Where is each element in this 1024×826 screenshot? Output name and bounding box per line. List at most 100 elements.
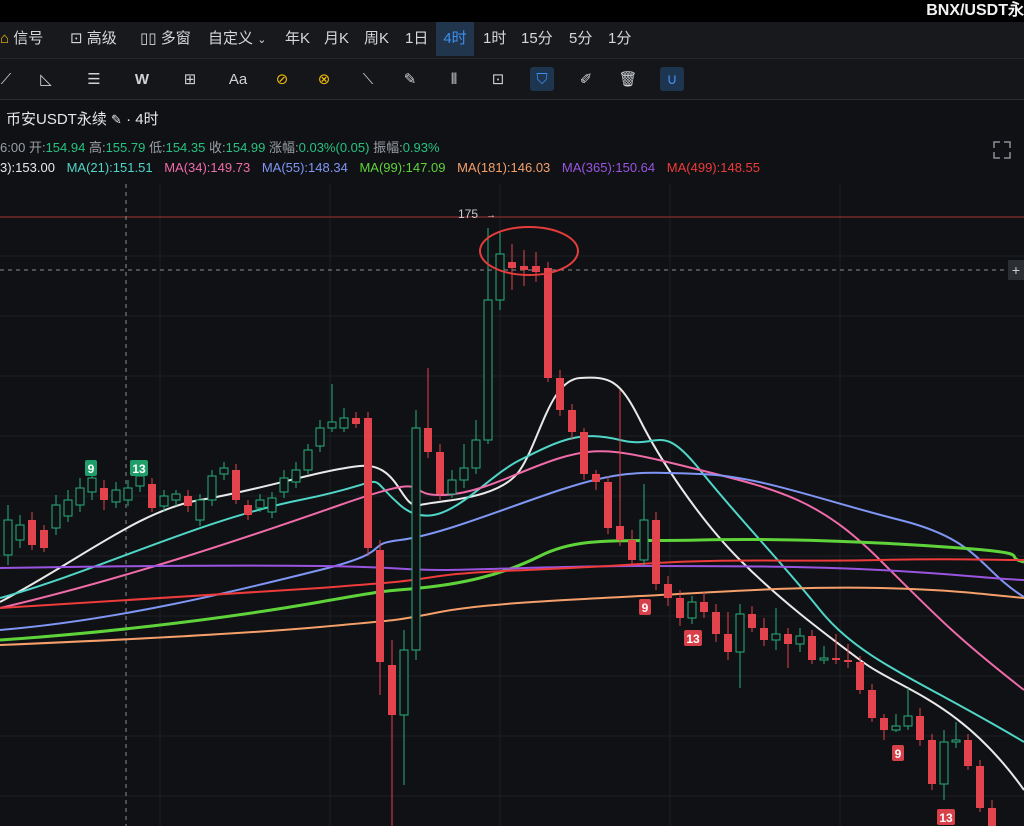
candle-body — [939, 741, 949, 785]
candle-body — [303, 449, 313, 471]
tab-1h[interactable]: 1时 — [483, 22, 506, 56]
ruler-icon[interactable]: ⟍ — [356, 67, 380, 91]
expand-icon[interactable] — [992, 140, 1012, 160]
wave-icon[interactable]: W — [130, 67, 154, 91]
trendline-icon[interactable]: ◺ — [34, 67, 58, 91]
candle-body — [724, 634, 732, 652]
trash-icon[interactable]: 🗑 — [616, 67, 640, 91]
pair-title: BNX/USDT永 — [926, 2, 1024, 19]
candle-body — [171, 493, 181, 501]
tab-year[interactable]: 年K — [285, 22, 310, 56]
chart-icon: ⊡ — [70, 30, 83, 47]
candle-body — [364, 418, 372, 548]
sequence-marker-label: 13 — [132, 462, 146, 476]
tab-4h[interactable]: 4时 — [436, 22, 474, 56]
title-bar: BNX/USDT永 — [0, 0, 1024, 22]
open-value: 154.94 — [45, 140, 86, 155]
candle-body — [327, 421, 337, 429]
ma-line-4 — [0, 537, 1024, 642]
candle-body — [988, 808, 996, 826]
advanced-button[interactable]: ⊡ 高级 — [70, 22, 117, 56]
candle-body — [315, 427, 325, 447]
bookmark-icon[interactable]: ⛉ — [530, 67, 554, 91]
ma-legend-499: MA(499):148.55 — [666, 160, 761, 175]
candle-body — [388, 665, 396, 715]
candle-body — [63, 499, 73, 517]
candlestick-chart[interactable]: 175 → 9 13 9 13 9 13 — [0, 184, 1024, 826]
note-icon[interactable]: ✐ — [574, 67, 598, 91]
high-marker-arrow: → — [486, 210, 496, 221]
candle-body — [195, 499, 205, 521]
lock-icon[interactable]: ⊡ — [486, 67, 510, 91]
candle-body — [267, 497, 277, 513]
candle-body — [135, 475, 145, 487]
candle-body — [207, 475, 217, 501]
cursor-icon[interactable]: ⟋ — [0, 67, 18, 91]
candle-body — [856, 662, 864, 690]
candle-body — [255, 499, 265, 509]
candle-body — [604, 482, 612, 528]
candle-body — [784, 634, 792, 644]
hlines-icon[interactable]: ☰ — [82, 67, 106, 91]
candle-body — [436, 452, 444, 494]
tab-15m[interactable]: 15分 — [521, 22, 553, 56]
candle-body — [568, 410, 576, 432]
candle-body — [219, 467, 229, 475]
measure-icon[interactable]: ⊞ — [178, 67, 202, 91]
candle-body — [40, 530, 48, 548]
fib-icon[interactable]: ⊗ — [312, 67, 336, 91]
ma-legend: 3):153.00 MA(21):151.51 MA(34):149.73 MA… — [0, 160, 768, 175]
candle-body — [819, 657, 829, 661]
candle-body — [880, 718, 888, 730]
candle-body — [700, 602, 708, 612]
candle-body — [411, 427, 421, 651]
candle-body — [916, 716, 924, 740]
tab-week[interactable]: 周K — [364, 22, 389, 56]
signal-icon: ⌂ — [0, 30, 10, 47]
ma-legend-181: MA(181):146.03 — [457, 160, 551, 175]
add-price-alert-button[interactable]: + — [1008, 260, 1024, 280]
ma-legend-55: MA(55):148.34 — [261, 160, 348, 175]
highlight-ellipse — [479, 226, 579, 276]
ma-legend-99: MA(99):147.09 — [359, 160, 446, 175]
multi-window-icon: ▯▯ — [140, 30, 157, 47]
ohlc-time: 6:00 — [0, 140, 26, 155]
close-value: 154.99 — [225, 140, 266, 155]
candle-body — [795, 635, 805, 645]
high-value: 155.79 — [105, 140, 146, 155]
tab-5m[interactable]: 5分 — [569, 22, 592, 56]
candle-body — [676, 598, 684, 618]
chart-app: { "window": { "pair_title": "BNX/USDT永" … — [0, 0, 1024, 826]
candle-body — [544, 268, 552, 378]
brush-icon[interactable]: ⊘ — [270, 67, 294, 91]
magnet-icon[interactable]: ∪ — [660, 67, 684, 91]
custom-dropdown[interactable]: 自定义 ⌄ — [208, 22, 266, 56]
candle-body — [532, 266, 540, 272]
candle-body — [592, 474, 600, 482]
candle-body — [712, 612, 720, 634]
candle-body — [352, 418, 360, 424]
sequence-marker-label: 9 — [88, 462, 95, 476]
tab-1d[interactable]: 1日 — [405, 22, 428, 56]
change-value: 0.03%(0.05) — [298, 140, 370, 155]
pencil-icon[interactable]: ✎ — [398, 67, 422, 91]
text-icon[interactable]: Aa — [226, 67, 250, 91]
sequence-marker-label: 9 — [895, 747, 902, 761]
candle-body — [868, 690, 876, 718]
tab-1m[interactable]: 1分 — [608, 22, 631, 56]
signal-button[interactable]: ⌂ 信号 — [0, 22, 43, 56]
tab-month[interactable]: 月K — [324, 22, 349, 56]
sequence-marker-label: 13 — [686, 632, 700, 646]
barpattern-icon[interactable]: ⫴ — [442, 67, 466, 91]
candle-body — [100, 488, 108, 500]
multi-window-button[interactable]: ▯▯ 多窗 — [140, 22, 191, 56]
ma-line-6 — [0, 564, 1024, 581]
candle-body — [28, 520, 36, 545]
candle-body — [891, 725, 901, 731]
edit-icon[interactable]: ✎ — [111, 112, 122, 127]
candle-body — [520, 266, 528, 270]
candle-body — [339, 417, 349, 429]
sequence-marker-label: 13 — [939, 811, 953, 825]
candle-body — [51, 504, 61, 529]
timeframe-bar: ⌂ 信号 ⊡ 高级 ▯▯ 多窗 自定义 ⌄ 年K 月K 周K 1日 4时 1时 … — [0, 22, 1024, 59]
